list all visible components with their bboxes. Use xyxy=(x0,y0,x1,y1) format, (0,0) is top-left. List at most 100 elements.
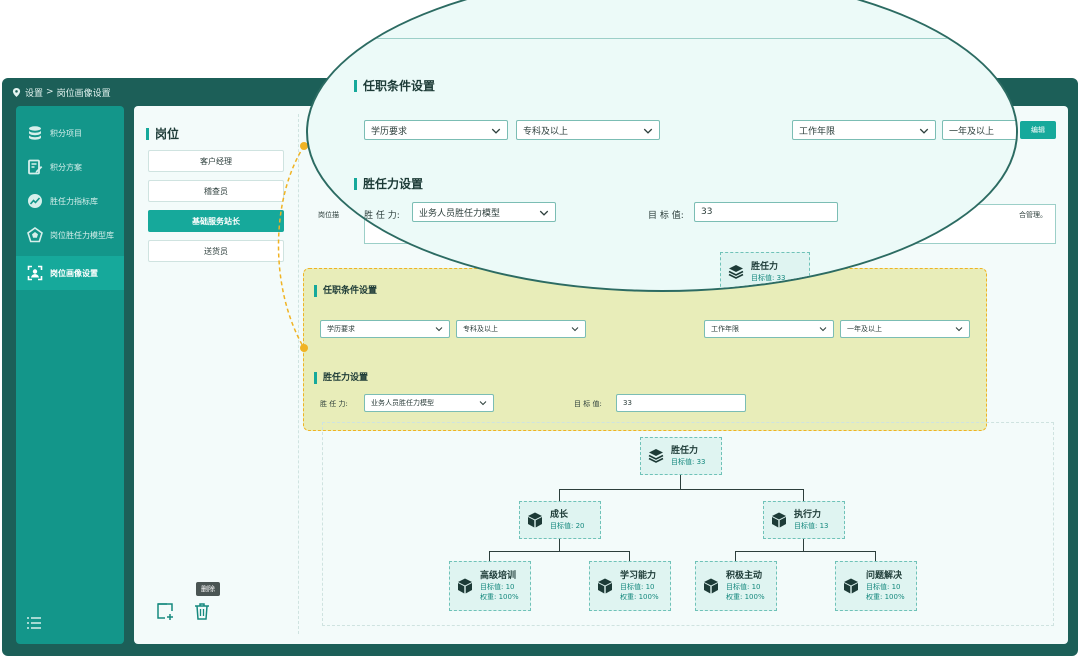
cube-icon xyxy=(844,578,858,594)
post-item-service-station-head[interactable]: 基础服务站长 xyxy=(148,210,284,232)
cube-icon xyxy=(772,512,786,528)
tree-node-title: 问题解决 xyxy=(866,570,903,581)
education-select-label: 学历要求 xyxy=(371,126,408,137)
post-item-customer-manager[interactable]: 客户经理 xyxy=(148,150,284,172)
tree-node-text: 执行力 目标值: 13 xyxy=(794,510,829,531)
education-value-select-zoom[interactable]: 专科及以上 xyxy=(516,120,660,140)
competency-title-zoom: 胜任力设置 xyxy=(354,178,423,190)
chevron-down-icon xyxy=(479,401,487,406)
competency-model-select[interactable]: 业务人员胜任力模型 xyxy=(364,394,494,412)
edit-document-icon xyxy=(26,158,44,176)
tree-node-learning-ability[interactable]: 学习能力 目标值: 10 权重: 100% xyxy=(589,561,671,611)
tree-node-weight: 权重: 100% xyxy=(726,592,765,601)
education-select-label: 学历要求 xyxy=(327,325,355,333)
chevron-down-icon xyxy=(919,128,929,134)
chevron-down-icon xyxy=(819,327,827,332)
sidebar: 积分项目 积分方案 胜任力指标库 岗位胜任力模型库 岗位画像设置 xyxy=(16,106,124,644)
competency-title: 胜任力设置 xyxy=(314,372,368,384)
competency-model-select-zoom[interactable]: 业务人员胜任力模型 xyxy=(412,202,556,222)
competency-model-value: 业务人员胜任力模型 xyxy=(371,399,434,407)
tree-node-advanced-training[interactable]: 高级培训 目标值: 10 权重: 100% xyxy=(449,561,531,611)
chevron-down-icon xyxy=(955,327,963,332)
zoom-magnifier: 任职条件设置 学历要求 专科及以上 工作年限 一年及以上 胜任力设置 胜 任 力… xyxy=(306,0,1018,292)
breadcrumb-root[interactable]: 设置 xyxy=(25,86,43,99)
tree-node-title: 胜任力 xyxy=(671,445,699,456)
experience-select[interactable]: 工作年限 xyxy=(704,320,834,338)
tree-connector xyxy=(680,475,681,489)
tree-node-proactive[interactable]: 积极主动 目标值: 10 权重: 100% xyxy=(695,561,777,611)
qualification-title-zoom: 任职条件设置 xyxy=(354,80,435,92)
chevron-down-icon xyxy=(571,327,579,332)
education-select-value: 专科及以上 xyxy=(523,126,569,137)
chevron-down-icon xyxy=(539,210,549,216)
edit-button[interactable]: 编辑 xyxy=(1020,121,1056,139)
highlight-panel: 任职条件设置 学历要求 专科及以上 工作年限 一年及以上 胜任力设置 胜 任 力… xyxy=(303,268,987,431)
cube-icon xyxy=(704,578,718,594)
tree-node-title: 胜任力 xyxy=(751,261,779,272)
sidebar-item-competency-model[interactable]: 岗位胜任力模型库 xyxy=(16,218,124,252)
tree-node-title: 积极主动 xyxy=(726,570,763,581)
experience-select-label: 工作年限 xyxy=(799,126,836,137)
sidebar-item-points-plan[interactable]: 积分方案 xyxy=(16,150,124,184)
trash-icon[interactable] xyxy=(194,602,210,620)
tree-node-text: 积极主动 目标值: 10 权重: 100% xyxy=(726,571,765,602)
tree-node-root[interactable]: 胜任力 目标值: 33 xyxy=(640,437,722,475)
competency-model-label: 胜 任 力: xyxy=(364,211,400,221)
post-panel-title: 岗位 xyxy=(146,128,179,140)
tree-node-growth[interactable]: 成长 目标值: 20 xyxy=(519,501,601,539)
tree-connector xyxy=(735,551,875,552)
breadcrumb-current: 岗位画像设置 xyxy=(56,88,111,99)
experience-value-select-zoom[interactable]: 一年及以上 xyxy=(942,120,1016,140)
layers-icon xyxy=(728,265,744,279)
layers-icon xyxy=(648,449,664,463)
tree-connector xyxy=(875,551,876,561)
competency-model-value: 业务人员胜任力模型 xyxy=(419,208,501,219)
sidebar-item-label: 积分方案 xyxy=(50,162,82,172)
chevron-down-icon xyxy=(491,128,501,134)
tree-node-weight: 权重: 100% xyxy=(620,592,659,601)
cube-icon xyxy=(598,578,612,594)
sidebar-item-post-portrait[interactable]: 岗位画像设置 xyxy=(16,256,124,290)
tree-node-target: 目标值: 10 xyxy=(480,582,515,591)
post-item-inspector[interactable]: 稽查员 xyxy=(148,180,284,202)
target-label: 目 标 值: xyxy=(648,211,684,221)
experience-select-value: 一年及以上 xyxy=(949,126,995,137)
tree-node-target: 目标值: 10 xyxy=(620,582,655,591)
competency-tree: 胜任力 目标值: 33 成长 目标值: 20 执行力 目标值: 13 高级培训 … xyxy=(322,422,1054,626)
sidebar-item-label: 积分项目 xyxy=(50,128,82,138)
target-input-zoom[interactable]: 33 xyxy=(694,202,838,222)
education-select-zoom[interactable]: 学历要求 xyxy=(364,120,508,140)
competency-model-label: 胜 任 力: xyxy=(320,400,348,408)
tree-connector xyxy=(559,489,560,501)
education-select[interactable]: 学历要求 xyxy=(320,320,450,338)
pentagon-icon xyxy=(26,226,44,244)
education-value-select[interactable]: 专科及以上 xyxy=(456,320,586,338)
cube-icon xyxy=(528,512,542,528)
tree-node-weight: 权重: 100% xyxy=(866,592,905,601)
tree-node-text: 成长 目标值: 20 xyxy=(550,510,585,531)
experience-value-select[interactable]: 一年及以上 xyxy=(840,320,970,338)
experience-select-zoom[interactable]: 工作年限 xyxy=(792,120,936,140)
portrait-icon xyxy=(26,264,44,282)
magnifier-divider xyxy=(368,38,1008,39)
post-item-delivery[interactable]: 送货员 xyxy=(148,240,284,262)
chart-trend-icon xyxy=(26,192,44,210)
tree-node-root-partial[interactable]: 胜任力 目标值: 33 xyxy=(720,252,810,290)
tree-connector xyxy=(629,551,630,561)
sidebar-item-competency-index[interactable]: 胜任力指标库 xyxy=(16,184,124,218)
post-actions xyxy=(156,602,210,620)
add-post-icon[interactable] xyxy=(156,602,174,620)
tree-connector xyxy=(489,551,490,561)
tree-node-problem-solving[interactable]: 问题解决 目标值: 10 权重: 100% xyxy=(835,561,917,611)
cube-icon xyxy=(458,578,472,594)
tree-node-execution[interactable]: 执行力 目标值: 13 xyxy=(763,501,845,539)
tree-node-target: 目标值: 10 xyxy=(866,582,901,591)
target-input[interactable]: 33 xyxy=(616,394,746,412)
tree-connector xyxy=(489,551,629,552)
tree-node-text: 胜任力 目标值: 33 xyxy=(671,446,706,467)
tree-connector xyxy=(735,551,736,561)
menu-list-icon[interactable] xyxy=(26,616,42,630)
sidebar-item-label: 岗位胜任力模型库 xyxy=(50,230,114,240)
delete-tooltip: 删除 xyxy=(196,582,220,596)
sidebar-item-points-project[interactable]: 积分项目 xyxy=(16,116,124,150)
